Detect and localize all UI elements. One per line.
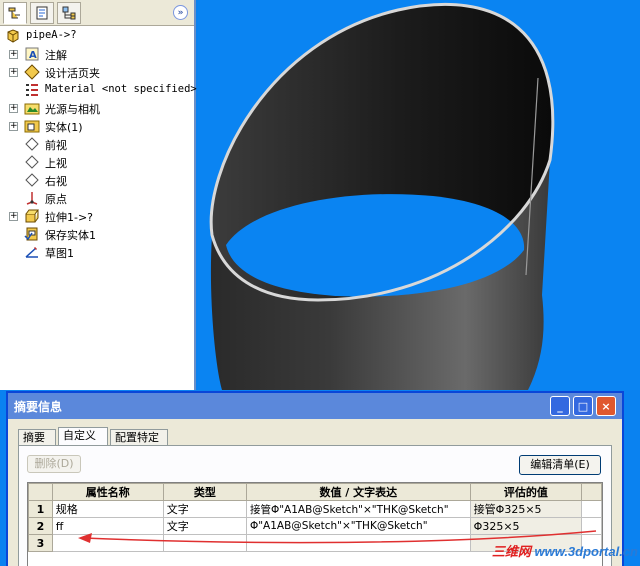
sketch-icon [25,247,38,258]
row-filler [581,517,602,535]
expand-icon[interactable]: + [9,121,18,131]
expand-icon[interactable]: + [9,211,18,221]
tree-item-label: 保存实体1 [45,229,96,242]
row-number[interactable]: 2 [28,517,53,535]
maximize-button[interactable]: □ [573,396,593,416]
property-name-cell[interactable]: 规格 [51,500,164,518]
expand-icon[interactable]: + [9,49,18,59]
watermark: 三维网 www.3dportal.cn [492,541,638,560]
lights-cameras-icon [24,103,40,115]
tree-item-label: 前视 [45,139,67,152]
property-manager-tab[interactable] [30,2,54,24]
tree-item-label: Material <not specified> [45,83,197,95]
tree-item-label: 草图1 [45,247,74,260]
feature-manager-panel: » pipeA->? + A 注解 + 设计活页夹 Material <not … [0,0,197,390]
plane-icon [25,155,39,169]
expand-icon[interactable]: + [9,103,18,113]
value-cell[interactable] [245,534,471,552]
value-cell[interactable]: Φ"A1AB@Sketch"×"THK@Sketch" [245,517,471,535]
tree-item-solid-bodies[interactable]: + 实体(1) [0,117,190,135]
column-header-evaluated[interactable]: 评估的值 [469,483,583,501]
watermark-url: www.3dportal.cn [534,544,638,559]
tree-item-label: 实体(1) [45,121,83,134]
close-button[interactable]: × [596,396,616,416]
plane-icon [25,173,39,187]
tree-item-origin[interactable]: 原点 [0,189,190,207]
evaluated-cell: 接管Φ325×5 [469,500,583,518]
material-icon [26,84,38,96]
type-cell[interactable]: 文字 [162,517,247,535]
edit-list-button[interactable]: 编辑清单(E) [519,455,601,475]
type-cell[interactable]: 文字 [162,500,247,518]
value-cell[interactable]: 接管Φ"A1AB@Sketch"×"THK@Sketch" [245,500,471,518]
pipe-model [209,2,555,390]
graphics-viewport[interactable] [198,0,640,390]
svg-text:A: A [29,50,37,61]
minimize-button[interactable]: _ [550,396,570,416]
table-header-row: 属性名称 类型 数值 / 文字表达 评估的值 [28,483,602,501]
extrude-icon [25,209,39,223]
row-number[interactable]: 1 [28,500,53,518]
tree-item-right-plane[interactable]: 右视 [0,171,190,189]
tree-item-extrude[interactable]: + 拉伸1->? [0,207,190,225]
tree-item-front-plane[interactable]: 前视 [0,135,190,153]
column-header-property-name[interactable]: 属性名称 [51,483,164,501]
tree-item-label: 拉伸1->? [45,211,94,224]
configuration-manager-tab[interactable] [57,2,81,24]
watermark-site-name: 三维网 [491,544,531,559]
column-header-value[interactable]: 数值 / 文字表达 [245,483,471,501]
property-name-cell[interactable] [51,534,164,552]
save-body-icon [24,227,38,241]
plane-icon [25,137,39,151]
table-row[interactable]: 2 ff 文字 Φ"A1AB@Sketch"×"THK@Sketch" Φ325… [28,517,602,535]
tree-item-label: 注解 [45,49,67,62]
column-header-type[interactable]: 类型 [162,483,247,501]
expand-icon[interactable]: + [9,67,18,77]
tree-item-label: 右视 [45,175,67,188]
collapse-panel-button[interactable]: » [173,5,188,20]
chevron-right-icon: » [177,7,184,18]
origin-icon [26,192,38,205]
feature-manager-icon [8,7,20,19]
tab-config-specific[interactable]: 配置特定 [110,429,168,445]
row-number-header [28,483,53,501]
part-icon [7,29,19,43]
type-cell[interactable] [162,534,247,552]
tree-item-label: 原点 [45,193,67,206]
tree-item-material[interactable]: Material <not specified> [0,81,197,99]
panel-tab-bar: » [0,0,194,26]
evaluated-cell: Φ325×5 [469,517,583,535]
property-name-cell[interactable]: ff [51,517,164,535]
tree-item-save-body[interactable]: 保存实体1 [0,225,190,243]
tree-item-sketch[interactable]: 草图1 [0,243,190,261]
minimize-icon: _ [557,399,563,413]
close-icon: × [601,399,611,413]
tree-item-label: 光源与相机 [45,103,100,116]
tree-item-design-binder[interactable]: + 设计活页夹 [0,63,190,81]
solid-bodies-icon [24,120,40,133]
tree-item-annotations[interactable]: + A 注解 [0,45,190,63]
header-filler [581,483,602,501]
property-manager-icon [36,6,48,20]
table-row[interactable]: 1 规格 文字 接管Φ"A1AB@Sketch"×"THK@Sketch" 接管… [28,500,602,518]
row-filler [581,500,602,518]
tree-root-part[interactable]: pipeA->? [0,27,190,45]
tree-item-lights-cameras[interactable]: + 光源与相机 [0,99,190,117]
summary-info-dialog: 摘要信息 _ □ × 摘要 自定义 配置特定 删除(D) 编辑清单(E) 属性名… [6,391,624,566]
row-number[interactable]: 3 [28,534,53,552]
tab-custom[interactable]: 自定义 [58,427,108,446]
feature-manager-tab[interactable] [3,2,27,24]
tree-root-label: pipeA->? [26,29,77,41]
dialog-title: 摘要信息 [14,399,63,414]
tree-item-label: 上视 [45,157,67,170]
maximize-icon: □ [577,399,589,413]
design-binder-icon [24,64,40,80]
delete-button[interactable]: 删除(D) [27,455,81,473]
tree-item-label: 设计活页夹 [45,67,100,80]
annotations-icon: A [25,47,39,61]
dialog-titlebar[interactable]: 摘要信息 _ □ × [8,393,622,419]
configuration-manager-icon [62,6,76,20]
tab-summary[interactable]: 摘要 [18,429,56,445]
tree-item-top-plane[interactable]: 上视 [0,153,190,171]
